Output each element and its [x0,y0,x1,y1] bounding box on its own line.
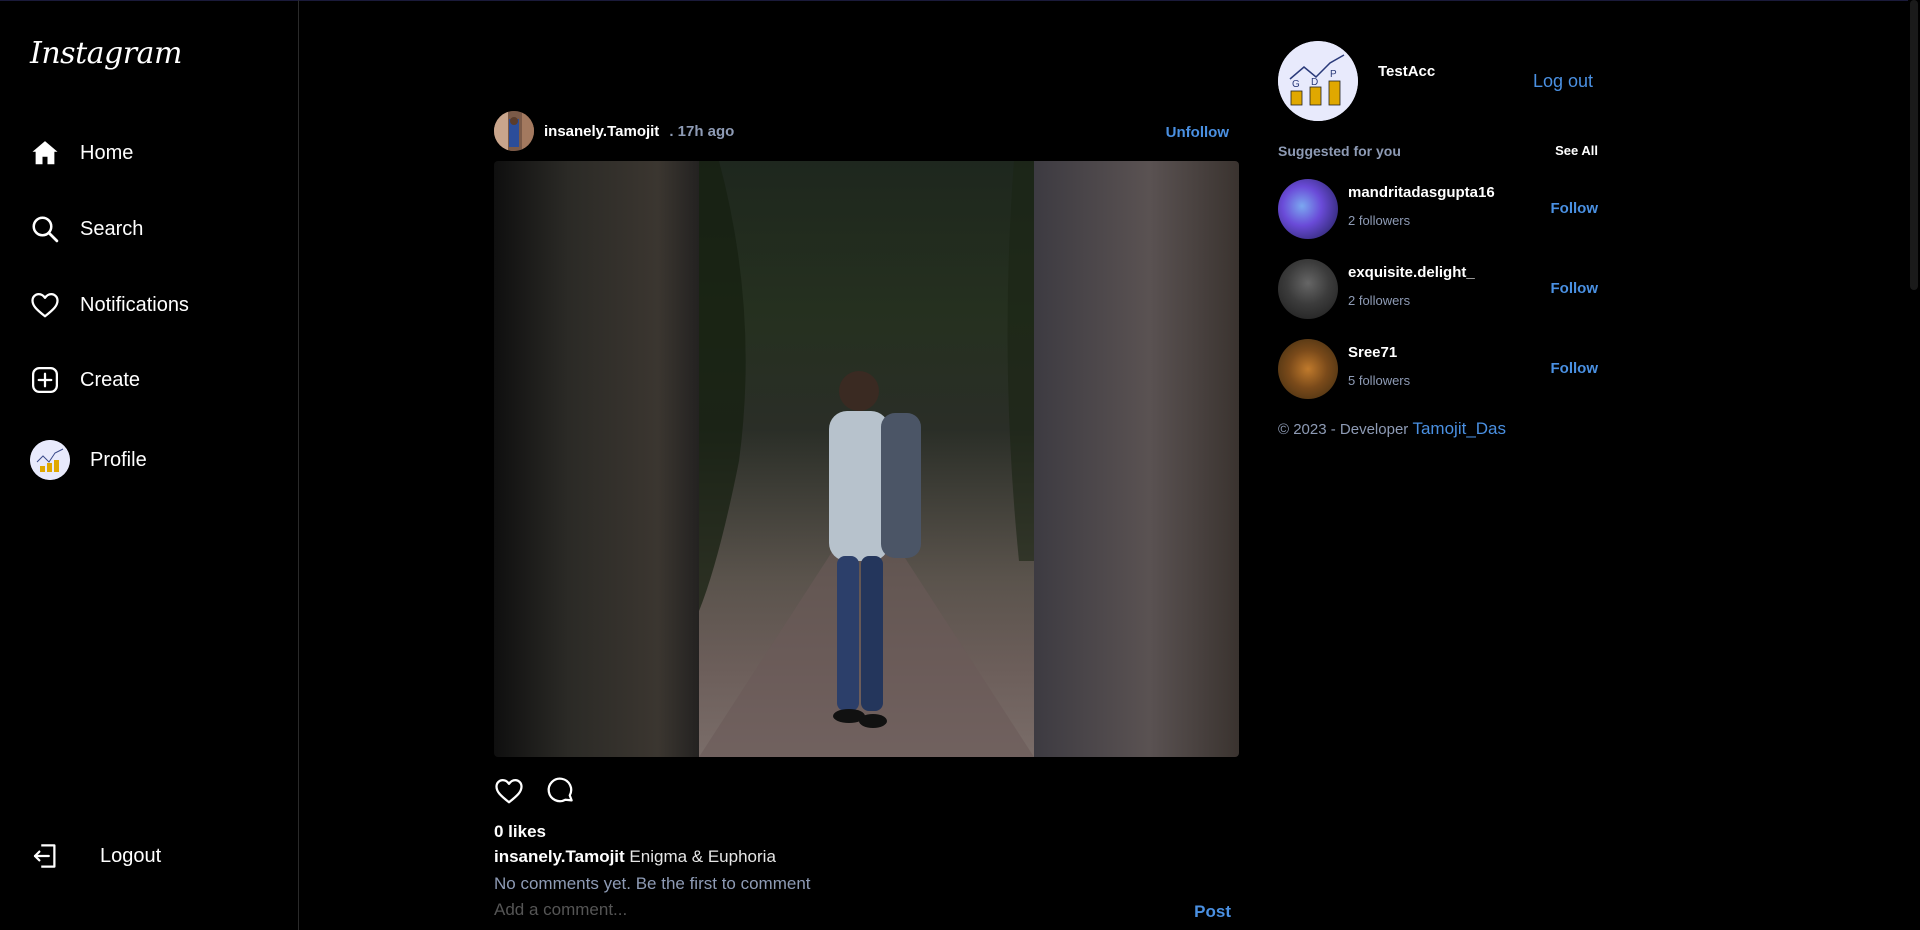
suggestions-list: mandritadasgupta16 2 followers Follow ex… [1278,179,1598,399]
sidebar-item-label: Profile [90,448,147,471]
feed-post: insanely.Tamojit . 17h ago Unfollow 0 li… [494,110,1239,921]
unfollow-button[interactable]: Unfollow [1166,124,1229,141]
sidebar-item-label: Search [80,217,144,240]
suggestion-info: Sree71 5 followers [1348,344,1411,388]
post-actions [494,776,576,806]
current-username[interactable]: TestAcc [1378,63,1435,80]
avatar[interactable] [1278,179,1338,239]
scrollbar-thumb[interactable] [1910,0,1918,290]
post-author-avatar[interactable] [494,111,534,151]
suggestion-username[interactable]: mandritadasgupta16 [1348,184,1495,201]
avatar[interactable] [1278,339,1338,399]
list-item: exquisite.delight_ 2 followers Follow [1278,259,1598,319]
sidebar-item-search[interactable]: Search [30,214,143,244]
sidebar-item-label: Home [80,141,134,164]
current-user-avatar[interactable]: G D P [1278,41,1358,121]
sidebar-item-label: Notifications [80,293,189,316]
post-caption: insanely.Tamojit Enigma & Euphoria [494,847,776,867]
heart-icon [30,290,60,320]
no-comments-text: No comments yet. Be the first to comment [494,874,811,893]
post-photo [699,161,1034,757]
sidebar-item-label: Logout [100,844,162,867]
suggestions-title: Suggested for you [1278,143,1401,159]
logout-icon [30,841,60,871]
post-image[interactable] [494,161,1239,757]
suggestion-followers: 2 followers [1348,213,1411,228]
suggestion-username[interactable]: Sree71 [1348,344,1410,361]
sidebar-item-create[interactable]: Create [30,365,140,395]
footer-copyright: © 2023 - Developer Tamojit_Das [1278,419,1598,439]
post-timestamp: . 17h ago [669,122,735,140]
post-comment-button[interactable]: Post [1194,902,1231,922]
avatar[interactable] [1278,259,1338,319]
caption-text: Enigma & Euphoria [629,847,776,866]
comment-bubble-icon[interactable] [546,776,576,806]
search-icon [30,214,60,244]
caption-username[interactable]: insanely.Tamojit [494,847,625,866]
suggestion-followers: 2 followers [1348,293,1411,308]
svg-text:D: D [1311,77,1318,88]
sidebar-item-logout[interactable]: Logout [30,841,161,871]
suggestion-info: mandritadasgupta16 2 followers [1348,184,1495,228]
svg-text:G: G [1292,79,1300,90]
follow-button[interactable]: Follow [1551,280,1599,297]
list-item: mandritadasgupta16 2 followers Follow [1278,179,1598,239]
avatar [30,440,70,480]
suggestion-username[interactable]: exquisite.delight_ [1348,264,1475,281]
right-panel: G D P TestAcc Log out Suggested for you … [1278,40,1598,439]
comment-input[interactable] [494,900,1174,920]
like-heart-icon[interactable] [494,776,524,806]
suggestion-followers: 5 followers [1348,373,1411,388]
likes-count: 0 likes [494,822,546,841]
see-all-button[interactable]: See All [1555,143,1598,158]
plus-square-icon [30,365,60,395]
scrollbar[interactable] [1908,0,1920,930]
follow-button[interactable]: Follow [1551,360,1599,377]
post-username[interactable]: insanely.Tamojit [544,123,659,140]
sidebar-item-notifications[interactable]: Notifications [30,290,189,320]
home-icon [30,138,60,168]
sidebar-item-home[interactable]: Home [30,138,133,168]
post-header: insanely.Tamojit . 17h ago Unfollow [494,110,1239,152]
developer-link[interactable]: Tamojit_Das [1412,419,1506,438]
log-out-button[interactable]: Log out [1533,71,1593,92]
list-item: Sree71 5 followers Follow [1278,339,1598,399]
copyright-text: © 2023 - Developer [1278,421,1413,438]
comment-row: Post [494,900,1239,928]
suggestion-info: exquisite.delight_ 2 followers [1348,264,1475,308]
instagram-logo[interactable]: Instagram [30,36,182,71]
sidebar-item-profile[interactable]: Profile [30,440,147,480]
sidebar-item-label: Create [80,368,141,391]
sidebar: Instagram Home Search Notifications Crea… [0,0,299,930]
svg-text:P: P [1330,69,1337,80]
suggestions-header: Suggested for you See All [1278,143,1598,163]
follow-button[interactable]: Follow [1551,200,1599,217]
current-user: G D P TestAcc Log out [1278,40,1598,122]
